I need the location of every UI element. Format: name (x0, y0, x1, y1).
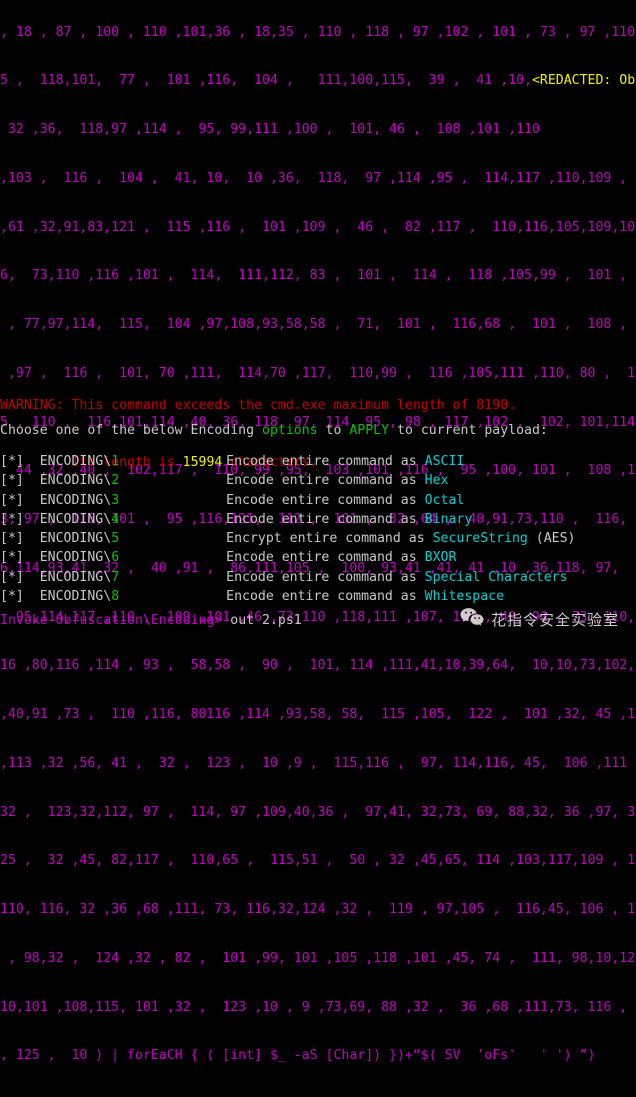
menu-key-prefix: ENCODING\ (39, 511, 112, 527)
menu-action-text: Encode entire command as (226, 511, 425, 527)
dump-line-text: 5 , 118,101, 77 , 101 ,116, 104 , 111,10… (0, 73, 532, 89)
menu-item-encoding-8[interactable]: [*] ENCODING\8 Encode entire command as W… (0, 587, 576, 606)
dump-line: , 125 , 10 ) | forEaCH { ( [int] $_ -aS … (0, 1048, 596, 1064)
dump-line: , 18 , 87 , 100 , 110 ,101,36 , 18,35 , … (0, 24, 636, 40)
menu-bullet-marker: [*] (0, 569, 24, 585)
menu-key-prefix: ENCODING\ (39, 454, 112, 469)
dump-line: 32 , 123,32,112, 97 , 114, 97 ,109,40,36… (0, 804, 636, 820)
choose-encoding-prompt: Choose one of the below Encoding options… (0, 421, 548, 440)
dump-line: ,61 ,32,91,83,121 , 115 ,116 , 101 ,109 … (0, 219, 636, 235)
menu-index: 2 (111, 473, 120, 489)
menu-bullet-marker: [*] (0, 511, 24, 527)
menu-item-encoding-5[interactable]: [*] ENCODING\5 Encrypt entire command as … (0, 529, 576, 548)
menu-action-text: Encrypt entire command as (226, 531, 433, 547)
command-prompt-line[interactable]: Invoke-Obfuscation\Encoding> out 2.ps1 (0, 611, 302, 630)
menu-key-prefix: ENCODING\ (39, 473, 112, 489)
dump-line: 16 ,80,116 ,114 , 93 , 58,58 , 90 , 101,… (0, 658, 636, 674)
menu-item-encoding-3[interactable]: [*] ENCODING\3 Encode entire command as O… (0, 491, 576, 510)
choose-options-word: options (262, 423, 318, 438)
wechat-icon (460, 607, 484, 632)
menu-index: 5 (111, 531, 120, 547)
menu-action-text: Encode entire command as (226, 589, 425, 605)
menu-encoding-name: SecureString (432, 531, 528, 547)
menu-bullet-marker: [*] (0, 454, 24, 469)
menu-index: 1 (111, 454, 120, 469)
menu-item-encoding-7[interactable]: [*] ENCODING\7 Encode entire command as S… (0, 568, 576, 587)
menu-encoding-name: Octal (424, 492, 465, 508)
dump-line: 32 ,36, 118,97 ,114 , 95, 99,111 ,100 , … (0, 122, 540, 137)
menu-index: 6 (111, 550, 120, 566)
dump-line-redacted: 5 , 118,101, 77 , 101 ,116, 104 , 111,10… (0, 73, 636, 89)
prompt-path: Invoke-Obfuscation\Encoding> (0, 613, 231, 628)
prompt-command-input[interactable]: out 2.ps1 (230, 613, 301, 628)
menu-encoding-suffix: (AES) (527, 531, 576, 547)
menu-action-text: Encode entire command as (226, 492, 425, 508)
choose-text-part1: Choose one of the below Encoding (0, 423, 263, 438)
choose-apply-word: APPLY (349, 423, 390, 438)
dump-line: , 98,32 , 124 ,32 , 82 , 101 ,99, 101 ,1… (0, 950, 636, 966)
menu-item-encoding-4[interactable]: [*] ENCODING\4 Encode entire command as B… (0, 510, 576, 529)
menu-encoding-name: ASCII (424, 454, 465, 469)
terminal-window: , 18 , 87 , 100 , 110 ,101,36 , 18,35 , … (0, 0, 636, 1063)
dump-line: 10,101 ,108,115, 101 ,32 , 123 ,10 , 9 ,… (0, 999, 636, 1015)
menu-bullet-marker: [*] (0, 550, 24, 566)
menu-encoding-name: Special Characters (424, 569, 568, 585)
choose-text-part2: to (317, 423, 350, 438)
watermark-text: 花指令安全实验室 (491, 611, 620, 629)
choose-text-part3: to current payload: (389, 423, 548, 438)
menu-action-text: Encode entire command as (226, 569, 425, 585)
menu-item-encoding-2[interactable]: [*] ENCODING\2 Encode entire command as H… (0, 471, 576, 490)
dump-line: 110, 116, 32 ,36 ,68 ,111, 73, 116,32,12… (0, 902, 636, 917)
dump-line: 25 , 32 ,45, 82,117 , 110,65 , 115,51 , … (0, 853, 636, 869)
menu-key-prefix: ENCODING\ (39, 550, 112, 566)
menu-encoding-name: Hex (424, 473, 449, 489)
menu-item-encoding-1[interactable]: [*] ENCODING\1 Encode entire command as A… (0, 452, 576, 471)
menu-key-prefix: ENCODING\ (39, 589, 112, 605)
menu-index: 3 (111, 492, 120, 508)
menu-bullet-marker: [*] (0, 589, 24, 605)
menu-bullet-marker: [*] (0, 473, 24, 489)
menu-key-prefix: ENCODING\ (39, 569, 112, 585)
menu-index: 8 (111, 589, 120, 605)
menu-encoding-name: Binary (424, 511, 473, 527)
menu-key-prefix: ENCODING\ (39, 531, 112, 547)
menu-encoding-name: Whitespace (424, 589, 505, 605)
menu-bullet-marker: [*] (0, 492, 24, 508)
dump-line: 6, 73,110 ,116 ,101 , 114, 111,112, 83 ,… (0, 268, 636, 284)
menu-bullet-marker: [*] (0, 531, 24, 547)
dump-line: ,113 ,32 ,56, 41 , 32 , 123 , 10 ,9 , 11… (0, 755, 636, 771)
menu-item-encoding-6[interactable]: [*] ENCODING\6 Encode entire command as B… (0, 548, 576, 567)
menu-index: 7 (111, 569, 120, 585)
dump-line: , 77,97,114, 115, 104 ,97,108,93,58,58 ,… (0, 317, 636, 332)
menu-index: 4 (111, 511, 120, 527)
warning-line-1: WARNING: This command exceeds the cmd.ex… (0, 397, 517, 413)
encoding-options-menu: [*] ENCODING\1 Encode entire command as A… (0, 452, 576, 606)
redacted-marker: <REDACTED: Obfuscated Length = 15994> (531, 73, 636, 89)
menu-action-text: Encode entire command as (226, 550, 425, 566)
watermark: 花指令安全实验室 (460, 607, 619, 632)
menu-key-prefix: ENCODING\ (39, 492, 112, 508)
menu-action-text: Encode entire command as (226, 454, 425, 469)
menu-encoding-name: BXOR (424, 550, 457, 566)
dump-line: ,103 , 116 , 104 , 41, 10, 10 ,36, 118, … (0, 170, 636, 186)
dump-line: ,40,91 ,73 , 110 ,116, 80116 ,114 ,93,58… (0, 707, 636, 722)
menu-action-text: Encode entire command as (226, 473, 425, 489)
